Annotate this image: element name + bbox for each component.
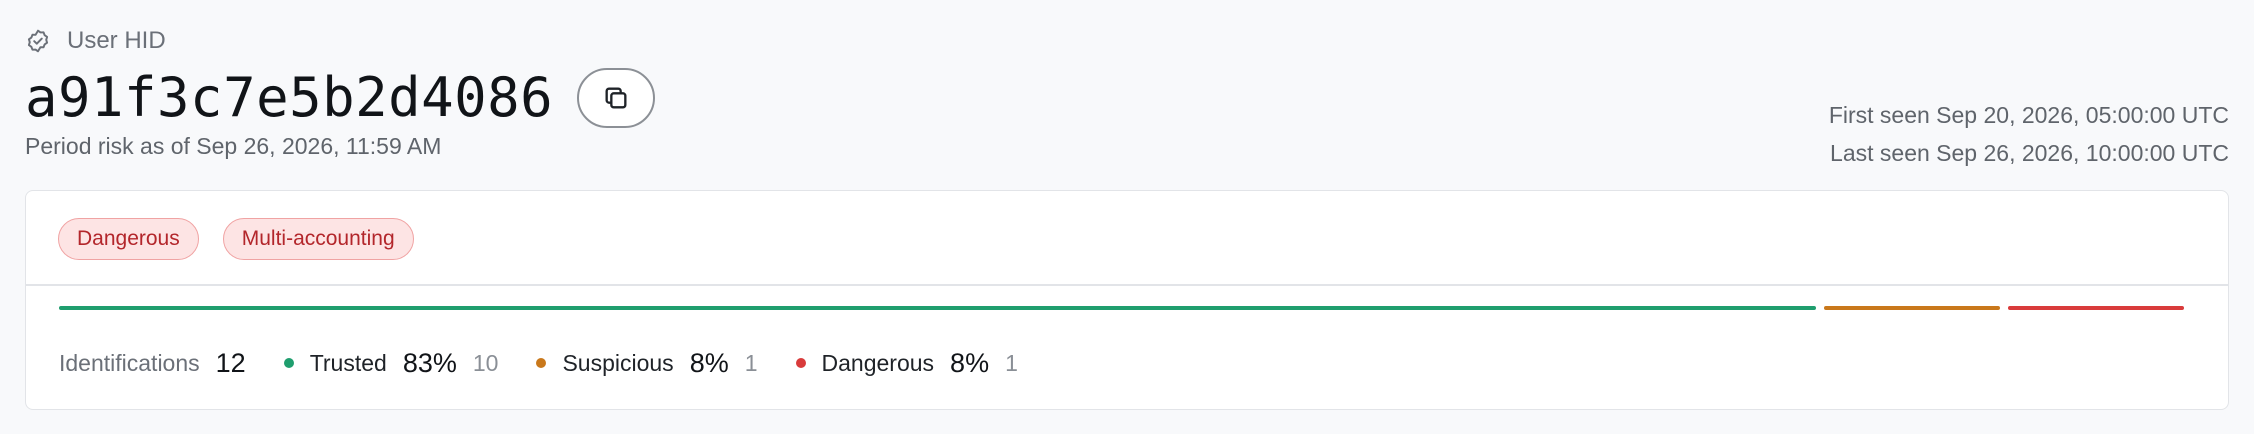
trusted-count: 10 (472, 349, 499, 376)
identifications-label: Identifications (59, 349, 200, 376)
suspicious-dot-icon (536, 358, 547, 368)
tag-multi-accounting: Multi-accounting (222, 218, 414, 260)
dangerous-count: 1 (1005, 349, 1018, 376)
dangerous-percent: 8% (950, 347, 990, 378)
period-risk-text: Period risk as of Sep 26, 2026, 11:59 AM (25, 133, 442, 159)
trusted-label: Trusted (309, 349, 387, 376)
dangerous-dot-icon (795, 358, 806, 368)
copy-button[interactable] (577, 68, 656, 128)
group-suspicious: Suspicious 8% 1 (536, 347, 758, 379)
copy-icon (605, 87, 627, 109)
group-dangerous: Dangerous 8% 1 (795, 347, 1018, 379)
hid-label: User HID (67, 27, 166, 54)
bar-trusted (59, 306, 1817, 310)
hid-row: a91f3c7e5b2d4086 (25, 66, 656, 130)
identification-stats: Identifications 12 Trusted 83% 10 Suspic… (59, 343, 1018, 383)
bar-suspicious (1824, 306, 2000, 310)
suspicious-label: Suspicious (562, 349, 674, 376)
dangerous-label: Dangerous (821, 349, 935, 376)
group-trusted: Trusted 83% 10 (283, 347, 499, 379)
suspicious-count: 1 (744, 349, 758, 376)
first-seen: First seen Sep 20, 2026, 05:00:00 UTC (1828, 102, 2229, 128)
identifications-total: 12 (215, 347, 246, 378)
bar-dangerous (2007, 306, 2184, 310)
check-circle-icon (27, 29, 49, 53)
suspicious-percent: 8% (689, 347, 729, 378)
user-header: User HID a91f3c7e5b2d4086 Period risk as… (25, 0, 2229, 180)
last-seen: Last seen Sep 26, 2026, 10:00:00 UTC (1830, 140, 2229, 166)
risk-card: Dangerous Multi-accounting Identificatio… (25, 190, 2229, 410)
tag-list: Dangerous Multi-accounting (58, 218, 414, 260)
trusted-percent: 83% (402, 347, 457, 378)
divider (26, 284, 2228, 286)
hid-label-row: User HID (25, 27, 166, 55)
tag-dangerous: Dangerous (58, 218, 199, 260)
hid-value: a91f3c7e5b2d4086 (25, 66, 554, 129)
trusted-dot-icon (283, 358, 294, 368)
distribution-bar (59, 306, 2192, 310)
seen-info: First seen Sep 20, 2026, 05:00:00 UTC La… (1829, 96, 2229, 172)
